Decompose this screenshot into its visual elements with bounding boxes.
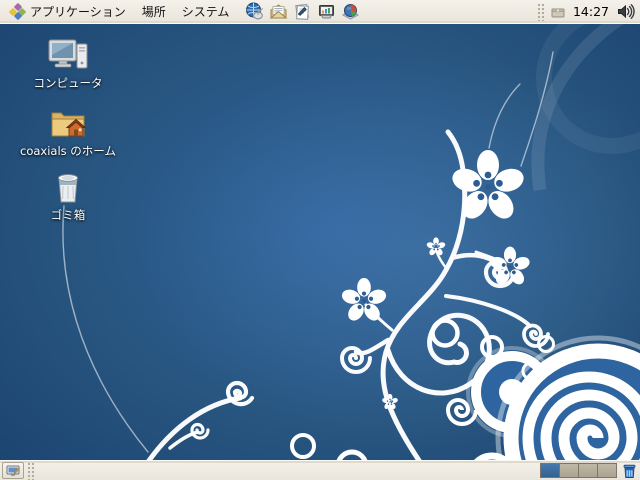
desktop-icon-trash[interactable]: ゴミ箱 bbox=[10, 170, 126, 222]
applications-menu-label: アプリケーション bbox=[30, 5, 126, 19]
desktop-icon-label: ゴミ箱 bbox=[50, 208, 86, 222]
computer-icon bbox=[48, 39, 88, 69]
presentation-launcher[interactable] bbox=[315, 1, 337, 23]
panel-status-area: 14:27 bbox=[536, 2, 638, 21]
word-processor-launcher[interactable] bbox=[291, 1, 313, 23]
desktop-icon-label: コンピュータ bbox=[33, 76, 103, 90]
document-pen-icon bbox=[295, 3, 309, 20]
volume-icon[interactable] bbox=[616, 3, 635, 20]
show-desktop-button[interactable] bbox=[2, 462, 24, 479]
system-menu-label: システム bbox=[181, 5, 230, 19]
bottom-panel bbox=[0, 460, 640, 480]
trash-applet[interactable] bbox=[620, 462, 638, 480]
home-folder-icon bbox=[51, 112, 87, 137]
desktop-icon-home[interactable]: coaxials のホーム bbox=[10, 106, 126, 158]
envelope-icon bbox=[269, 4, 288, 19]
desktop-screen: アプリケーション 場所 システム 14:27 コンピュータ coaxials の… bbox=[0, 0, 640, 480]
spreadsheet-launcher[interactable] bbox=[339, 1, 361, 23]
launcher-bar bbox=[243, 1, 361, 23]
globe-mouse-icon bbox=[245, 2, 263, 20]
desktop-icon-computer[interactable]: コンピュータ bbox=[10, 38, 126, 90]
places-menu-label: 場所 bbox=[141, 5, 166, 19]
trash-icon bbox=[58, 174, 78, 203]
workspace-4[interactable] bbox=[597, 463, 617, 478]
workspace-1[interactable] bbox=[540, 463, 560, 478]
web-browser-launcher[interactable] bbox=[243, 1, 265, 23]
desktop-icon-label: coaxials のホーム bbox=[20, 144, 116, 158]
update-notifier-icon[interactable] bbox=[550, 5, 566, 19]
presentation-screen-icon bbox=[318, 5, 334, 19]
workspace-switcher bbox=[540, 463, 617, 478]
workspace-3[interactable] bbox=[578, 463, 598, 478]
applications-menu[interactable]: アプリケーション bbox=[2, 1, 134, 23]
trash-applet-icon bbox=[623, 464, 635, 478]
email-launcher[interactable] bbox=[267, 1, 289, 23]
panel-handle[interactable] bbox=[536, 2, 545, 21]
panel-handle[interactable] bbox=[27, 461, 35, 480]
workspace-2[interactable] bbox=[559, 463, 579, 478]
system-menu[interactable]: システム bbox=[174, 1, 238, 23]
top-panel: アプリケーション 場所 システム 14:27 bbox=[0, 0, 640, 24]
desktop-area[interactable]: コンピュータ coaxials のホーム ゴミ箱 bbox=[0, 24, 640, 460]
distro-logo-icon bbox=[8, 2, 27, 21]
clock[interactable]: 14:27 bbox=[571, 4, 611, 19]
window-list bbox=[35, 461, 540, 480]
pie-chart-icon bbox=[341, 4, 359, 20]
show-desktop-icon bbox=[6, 465, 20, 476]
places-menu[interactable]: 場所 bbox=[134, 1, 174, 23]
